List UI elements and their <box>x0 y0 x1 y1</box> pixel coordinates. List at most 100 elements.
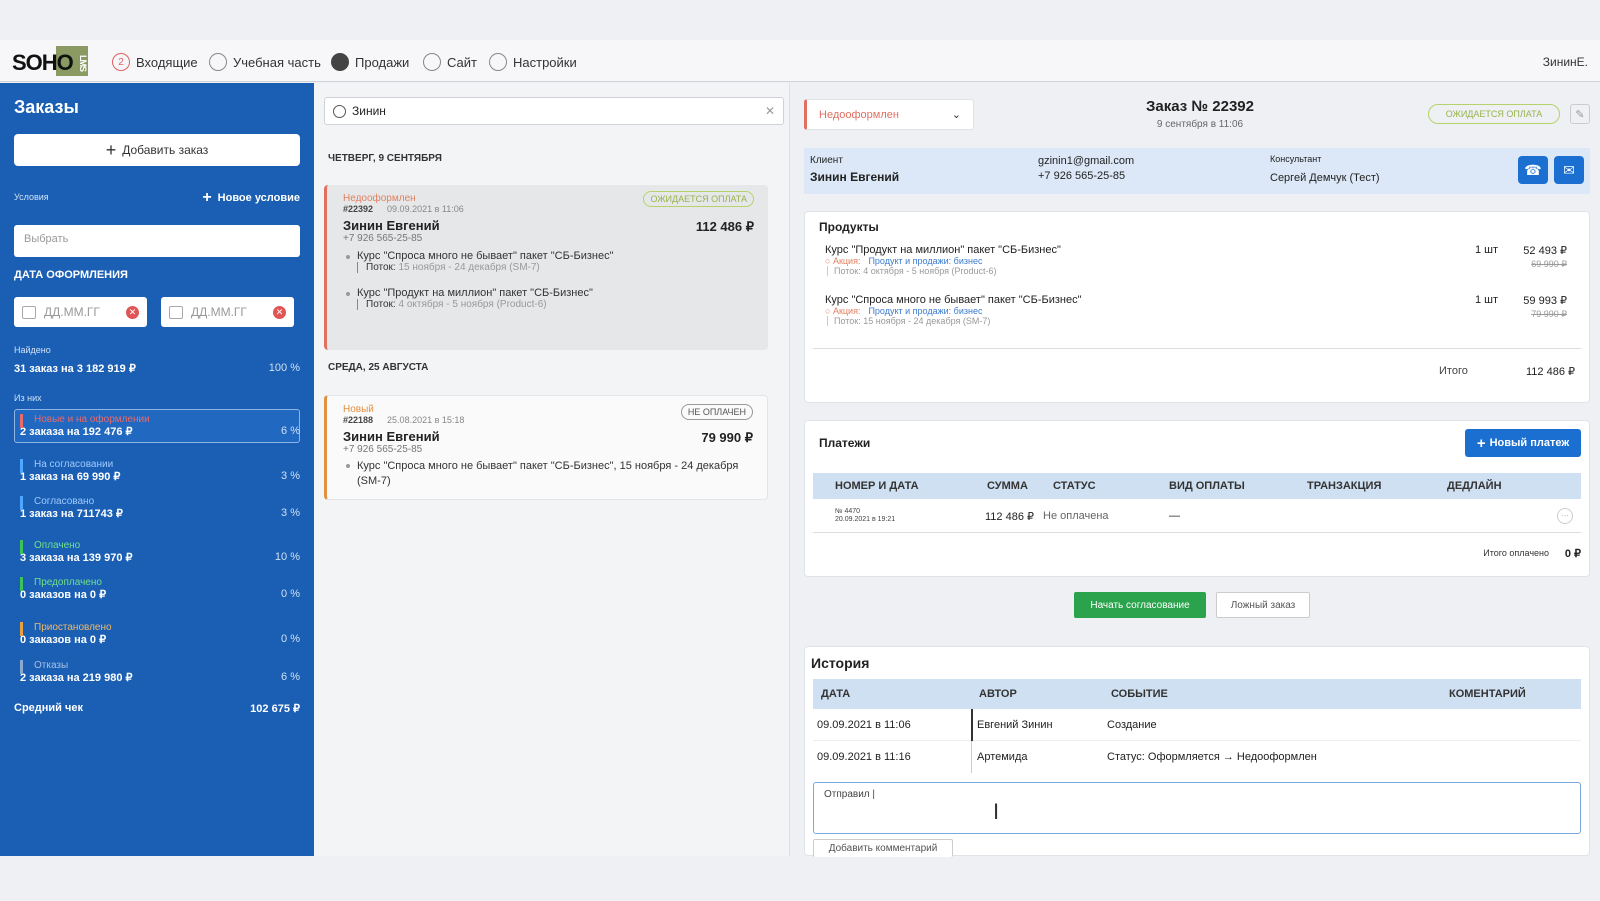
status-pct: 3 % <box>281 470 300 482</box>
client-name: Зинин Евгений <box>343 218 440 233</box>
average-check: Средний чек 102 675 ₽ <box>14 702 300 715</box>
message-icon[interactable]: ✉ <box>1554 156 1584 184</box>
add-order-label: Добавить заказ <box>122 143 209 157</box>
payment-date: 20.09.2021 в 19:21 <box>835 516 896 523</box>
condition-select[interactable]: Выбрать <box>14 225 300 257</box>
order-payment-badge: ОЖИДАЕТСЯ ОПЛАТА <box>1428 104 1560 124</box>
col-number-date: НОМЕР И ДАТА <box>835 480 919 492</box>
products-title: Продукты <box>819 220 879 234</box>
client-phone[interactable]: +7 926 565-25-85 <box>1038 170 1125 182</box>
payment-status: Не оплачена <box>1043 510 1109 522</box>
client-phone: +7 926 565-25-85 <box>343 444 423 455</box>
nav-site[interactable]: Сайт <box>423 53 477 71</box>
col-deadline: ДЕДЛАЙН <box>1447 480 1502 492</box>
status-label: На согласовании <box>34 459 114 470</box>
status-label: Новые и на оформлении <box>34 414 150 425</box>
payment-type: — <box>1169 510 1180 522</box>
order-amount: 112 486 ₽ <box>695 219 754 234</box>
edit-icon[interactable]: ✎ <box>1570 104 1590 124</box>
col-sum: СУММА <box>987 480 1028 492</box>
promo-icon: ○ <box>825 256 831 266</box>
product-title[interactable]: Курс "Спроса много не бывает" пакет "СБ-… <box>825 294 1575 306</box>
date-to-placeholder: ДД.ММ.ГГ <box>191 305 247 319</box>
nav-education-label: Учебная часть <box>233 54 321 70</box>
fake-order-button[interactable]: Ложный заказ <box>1216 592 1310 618</box>
status-approving[interactable]: На согласовании 1 заказ на 69 990 ₽ 3 % <box>20 459 300 483</box>
status-color-bar <box>20 459 23 473</box>
stream-value: 4 октября - 5 ноября (Product-6) <box>398 299 547 310</box>
status-suspended[interactable]: Приостановлено 0 заказов на 0 ₽ 0 % <box>20 622 300 646</box>
order-date: 9 сентября в 11:06 <box>1156 119 1244 130</box>
new-payment-button[interactable]: + Новый платеж <box>1465 429 1581 457</box>
search-input[interactable]: Зинин ✕ <box>324 97 784 125</box>
history-row: 09.09.2021 в 11:16 Артемида Статус: Офор… <box>813 741 1581 773</box>
order-card-22392[interactable]: Недооформлен #22392 09.09.2021 в 11:06 ОЖ… <box>324 185 768 350</box>
status-approved[interactable]: Согласовано 1 заказ на 711743 ₽ 3 % <box>20 496 300 520</box>
client-bar: Клиент Зинин Евгений gzinin1@gmail.com +… <box>804 148 1590 194</box>
history-date: 09.09.2021 в 11:16 <box>817 751 911 763</box>
add-comment-button[interactable]: Добавить комментарий <box>813 839 953 857</box>
average-check-value: 102 675 ₽ <box>250 703 300 715</box>
order-card-22188[interactable]: Новый #22188 25.08.2021 в 15:18 НЕ ОПЛАЧЕ… <box>324 395 768 500</box>
history-row: 09.09.2021 в 11:06 Евгений Зинин Создани… <box>813 709 1581 741</box>
status-select-value: Недооформлен <box>819 108 899 121</box>
stream-value: 15 ноября - 24 декабря (SM-7) <box>398 262 540 273</box>
status-pct: 0 % <box>281 633 300 645</box>
history-divider <box>971 741 972 773</box>
date-to-field[interactable]: ДД.ММ.ГГ ✕ <box>161 297 294 327</box>
nav-settings[interactable]: Настройки <box>489 53 577 71</box>
status-value: 2 заказа на 192 476 ₽ <box>20 426 133 438</box>
average-check-label: Средний чек <box>14 702 83 714</box>
nav-sales[interactable]: Продажи <box>331 53 409 71</box>
clear-search-icon[interactable]: ✕ <box>765 104 775 118</box>
status-prepaid[interactable]: Предоплачено 0 заказов на 0 ₽ 0 % <box>20 577 300 601</box>
inbox-count-badge: 2 <box>112 53 130 71</box>
add-order-button[interactable]: + Добавить заказ <box>14 134 300 166</box>
col-status: СТАТУС <box>1053 480 1096 492</box>
logo[interactable]: SOHO LMS <box>12 46 88 76</box>
client-email[interactable]: gzinin1@gmail.com <box>1038 155 1134 167</box>
status-paid[interactable]: Оплачено 3 заказа на 139 970 ₽ 10 % <box>20 540 300 564</box>
nav-education[interactable]: Учебная часть <box>209 53 321 71</box>
status-label: Согласовано <box>34 496 95 507</box>
promo-label: Акция: <box>832 306 861 316</box>
payment-badge: НЕ ОПЛАЧЕН <box>680 404 753 420</box>
clear-icon[interactable]: ✕ <box>273 305 286 319</box>
text-cursor-icon: I <box>993 799 1000 824</box>
order-item: Курс "Спроса много не бывает" пакет "СБ-… <box>343 459 753 489</box>
more-icon[interactable]: ··· <box>1557 508 1573 524</box>
start-approval-button[interactable]: Начать согласование <box>1074 592 1206 618</box>
date-from-field[interactable]: ДД.ММ.ГГ ✕ <box>14 297 147 327</box>
chevron-down-icon: ⌄ <box>951 109 961 121</box>
order-number: #22392 <box>343 204 374 214</box>
status-new[interactable]: Новые и на оформлении 2 заказа на 192 476… <box>20 414 300 438</box>
history-author: Артемида <box>977 751 1028 763</box>
status-value: 1 заказ на 69 990 ₽ <box>20 471 121 483</box>
consultant-name[interactable]: Сергей Демчук (Тест) <box>1270 172 1380 184</box>
history-section: История ДАТА АВТОР СОБЫТИЕ КОМЕНТАРИЙ 09… <box>804 646 1590 857</box>
client-name[interactable]: Зинин Евгений <box>810 170 899 184</box>
product-qty: 1 шт <box>1475 294 1499 306</box>
promo-name[interactable]: Продукт и продажи: бизнес <box>868 306 982 316</box>
order-item-stream: Поток: 15 ноября - 24 декабря (SM-7) <box>357 262 754 273</box>
product-title[interactable]: Курс "Продукт на миллион" пакет "СБ-Бизн… <box>825 244 1575 256</box>
sidebar-title: Заказы <box>14 97 79 117</box>
history-date: 09.09.2021 в 11:06 <box>817 719 911 731</box>
clear-icon[interactable]: ✕ <box>126 305 139 319</box>
promo-name[interactable]: Продукт и продажи: бизнес <box>868 256 982 266</box>
paid-total-label: Итого оплачено <box>1483 548 1549 558</box>
client-phone: +7 926 565-25-85 <box>343 233 423 244</box>
settings-icon <box>489 53 507 71</box>
status-refused[interactable]: Отказы 2 заказа на 219 980 ₽ 6 % <box>20 660 300 684</box>
phone-icon[interactable]: ☎ <box>1518 156 1548 184</box>
product-qty: 1 шт <box>1475 244 1499 256</box>
stream-label: Поток: <box>366 299 396 310</box>
history-divider <box>971 709 973 741</box>
payment-row[interactable]: № 4470 20.09.2021 в 19:21 112 486 ₽ Не оп… <box>813 499 1581 533</box>
order-status-select[interactable]: Недооформлен ⌄ <box>804 99 974 130</box>
nav-sales-label: Продажи <box>355 54 410 70</box>
comment-input[interactable]: Отправил | <box>813 782 1581 834</box>
nav-inbox[interactable]: 2 Входящие <box>112 53 198 71</box>
user-name[interactable]: ЗининЕ. <box>1543 55 1588 69</box>
new-condition-button[interactable]: + Новое условие <box>202 189 300 207</box>
